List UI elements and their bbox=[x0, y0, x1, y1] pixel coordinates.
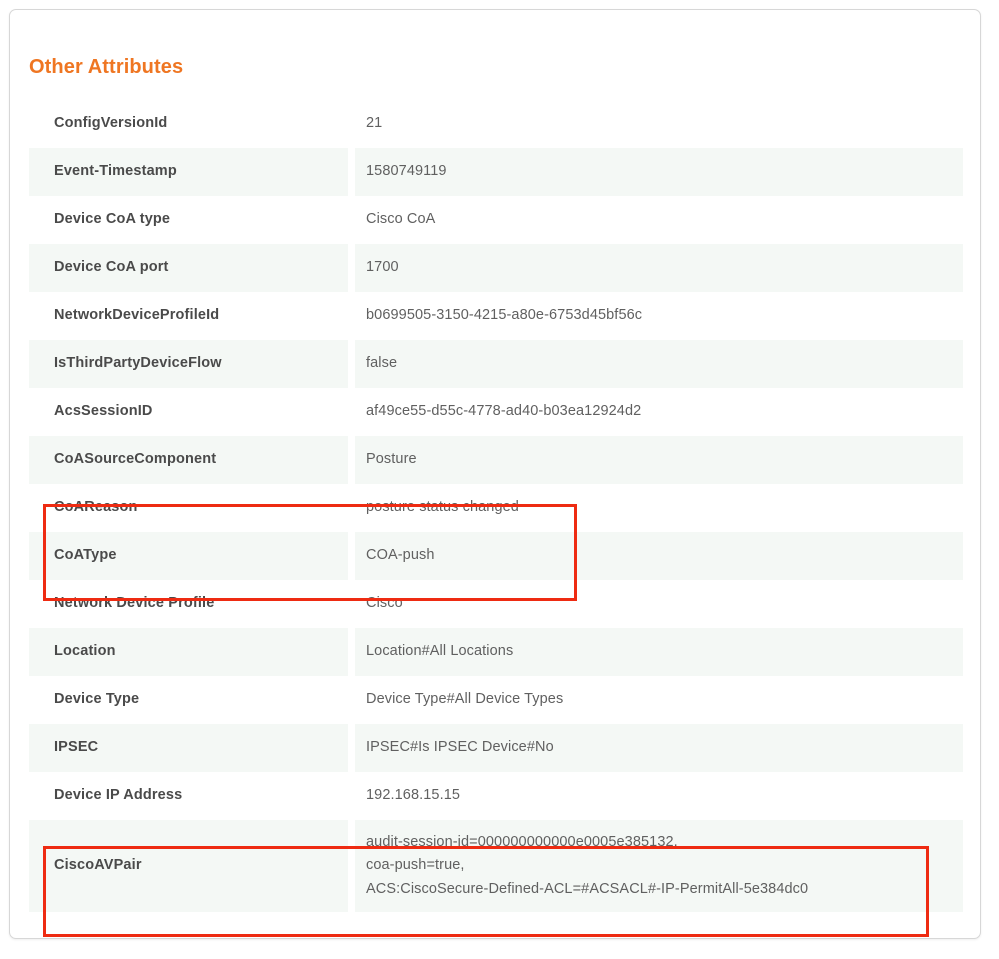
column-gap bbox=[348, 724, 355, 772]
attribute-value: Location#All Locations bbox=[355, 628, 963, 676]
column-gap bbox=[348, 388, 355, 436]
attribute-value: Device Type#All Device Types bbox=[366, 691, 564, 708]
attribute-value: Posture bbox=[355, 436, 963, 484]
attribute-label: Location bbox=[29, 628, 348, 676]
attribute-value: audit-session-id=000000000000e0005e38513… bbox=[355, 820, 963, 912]
attribute-label: CoASourceComponent bbox=[29, 436, 348, 484]
attribute-label: Network Device Profile bbox=[54, 595, 215, 612]
attribute-value: COA-push bbox=[355, 532, 963, 580]
table-row: Device CoA port 1700 bbox=[29, 244, 963, 292]
table-row: ConfigVersionId 21 bbox=[29, 100, 963, 148]
table-row: AcsSessionID af49ce55-d55c-4778-ad40-b03… bbox=[29, 388, 963, 436]
column-gap bbox=[348, 244, 355, 292]
column-gap bbox=[348, 148, 355, 196]
table-row: IPSEC IPSEC#Is IPSEC Device#No bbox=[29, 724, 963, 772]
attributes-table: ConfigVersionId 21 Event-Timestamp 15807… bbox=[29, 100, 963, 912]
table-row: Event-Timestamp 1580749119 bbox=[29, 148, 963, 196]
table-row: NetworkDeviceProfileId b0699505-3150-421… bbox=[29, 292, 963, 340]
attribute-label: Device IP Address bbox=[54, 787, 183, 804]
column-gap bbox=[348, 532, 355, 580]
attribute-label: ConfigVersionId bbox=[54, 115, 168, 132]
attribute-label: IPSEC bbox=[29, 724, 348, 772]
column-gap bbox=[348, 772, 355, 820]
attribute-value: Cisco bbox=[366, 595, 403, 612]
attribute-value: posture status changed bbox=[366, 499, 519, 516]
column-gap bbox=[348, 100, 355, 148]
table-row: Device CoA type Cisco CoA bbox=[29, 196, 963, 244]
other-attributes-panel: Other Attributes ConfigVersionId 21 Even… bbox=[9, 9, 981, 939]
table-row-coatype: CoAType COA-push bbox=[29, 532, 963, 580]
attribute-value: 192.168.15.15 bbox=[366, 787, 461, 804]
attribute-label: Device CoA port bbox=[29, 244, 348, 292]
attribute-value: 1700 bbox=[355, 244, 963, 292]
attribute-label: IsThirdPartyDeviceFlow bbox=[29, 340, 348, 388]
column-gap bbox=[348, 340, 355, 388]
table-row: Device IP Address 192.168.15.15 bbox=[29, 772, 963, 820]
page-title: Other Attributes bbox=[29, 56, 184, 78]
attribute-label: CiscoAVPair bbox=[29, 820, 348, 912]
attribute-value: af49ce55-d55c-4778-ad40-b03ea12924d2 bbox=[366, 403, 642, 420]
column-gap bbox=[348, 820, 355, 912]
attribute-value: Cisco CoA bbox=[366, 211, 436, 228]
column-gap bbox=[348, 628, 355, 676]
attribute-label: CoAType bbox=[29, 532, 348, 580]
attribute-label: Event-Timestamp bbox=[29, 148, 348, 196]
attribute-value: b0699505-3150-4215-a80e-6753d45bf56c bbox=[366, 307, 643, 324]
attribute-value: 21 bbox=[366, 115, 383, 132]
column-gap bbox=[348, 196, 355, 244]
attribute-label: Device CoA type bbox=[54, 211, 171, 228]
column-gap bbox=[348, 580, 355, 628]
table-row: Location Location#All Locations bbox=[29, 628, 963, 676]
attribute-value: false bbox=[355, 340, 963, 388]
column-gap bbox=[348, 436, 355, 484]
attribute-value: 1580749119 bbox=[355, 148, 963, 196]
attribute-label: CoAReason bbox=[54, 499, 138, 516]
attribute-label: NetworkDeviceProfileId bbox=[54, 307, 220, 324]
attribute-label: Device Type bbox=[54, 691, 140, 708]
table-row: Device Type Device Type#All Device Types bbox=[29, 676, 963, 724]
attribute-value-text: audit-session-id=000000000000e0005e38513… bbox=[366, 833, 809, 897]
attribute-label: AcsSessionID bbox=[54, 403, 153, 420]
table-row-coareason: CoAReason posture status changed bbox=[29, 484, 963, 532]
table-row: IsThirdPartyDeviceFlow false bbox=[29, 340, 963, 388]
attribute-value: IPSEC#Is IPSEC Device#No bbox=[355, 724, 963, 772]
table-row-ciscoavpair: CiscoAVPair audit-session-id=00000000000… bbox=[29, 820, 963, 912]
column-gap bbox=[348, 484, 355, 532]
table-row: Network Device Profile Cisco bbox=[29, 580, 963, 628]
column-gap bbox=[348, 292, 355, 340]
table-row: CoASourceComponent Posture bbox=[29, 436, 963, 484]
column-gap bbox=[348, 676, 355, 724]
